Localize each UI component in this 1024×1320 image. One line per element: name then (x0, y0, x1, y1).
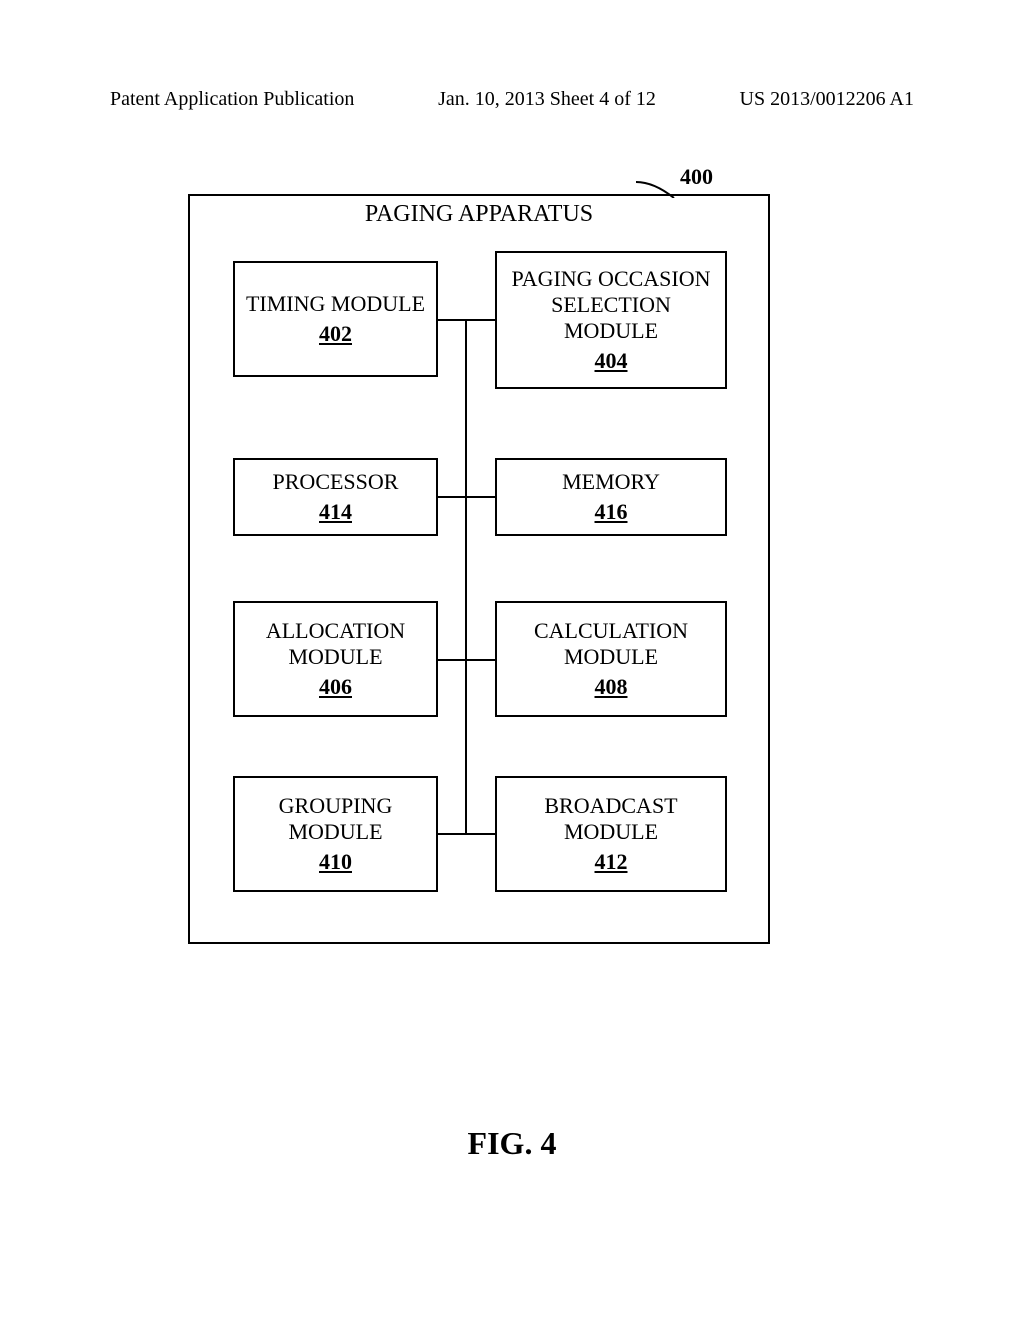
grouping-module-ref: 410 (319, 849, 352, 875)
apparatus-title: PAGING APPARATUS (190, 191, 768, 228)
connector-line (438, 319, 466, 321)
paging-module-line3: MODULE (564, 318, 658, 344)
calculation-module-line1: CALCULATION (534, 618, 688, 644)
apparatus-ref-number: 400 (680, 164, 713, 190)
calculation-module-line2: MODULE (564, 644, 658, 670)
broadcast-module-box: BROADCAST MODULE 412 (495, 776, 727, 892)
grouping-module-box: GROUPING MODULE 410 (233, 776, 438, 892)
paging-occasion-module-box: PAGING OCCASION SELECTION MODULE 404 (495, 251, 727, 389)
connector-line (466, 496, 495, 498)
allocation-module-box: ALLOCATION MODULE 406 (233, 601, 438, 717)
timing-module-box: TIMING MODULE 402 (233, 261, 438, 377)
connector-line (438, 496, 466, 498)
memory-module-label: MEMORY (562, 469, 660, 495)
broadcast-module-ref: 412 (595, 849, 628, 875)
paging-apparatus-box: 400 PAGING APPARATUS TIMING MODULE 402 P… (188, 194, 770, 944)
timing-module-label: TIMING MODULE (246, 291, 425, 317)
timing-module-ref: 402 (319, 321, 352, 347)
grouping-module-line2: MODULE (288, 819, 382, 845)
header-left: Patent Application Publication (110, 88, 354, 111)
vertical-bus-line (465, 319, 467, 834)
calculation-module-ref: 408 (595, 674, 628, 700)
connector-line (466, 319, 495, 321)
processor-module-label: PROCESSOR (273, 469, 399, 495)
header-right: US 2013/0012206 A1 (740, 88, 914, 111)
allocation-module-line2: MODULE (288, 644, 382, 670)
memory-module-ref: 416 (595, 499, 628, 525)
connector-line (466, 659, 495, 661)
connector-line (466, 833, 495, 835)
memory-module-box: MEMORY 416 (495, 458, 727, 536)
page-header: Patent Application Publication Jan. 10, … (0, 88, 1024, 111)
broadcast-module-line2: MODULE (564, 819, 658, 845)
processor-module-box: PROCESSOR 414 (233, 458, 438, 536)
allocation-module-ref: 406 (319, 674, 352, 700)
connector-line (438, 659, 466, 661)
paging-module-line1: PAGING OCCASION (511, 266, 710, 292)
calculation-module-box: CALCULATION MODULE 408 (495, 601, 727, 717)
broadcast-module-line1: BROADCAST (544, 793, 677, 819)
grouping-module-line1: GROUPING (279, 793, 393, 819)
connector-line (438, 833, 466, 835)
figure-caption: FIG. 4 (0, 1125, 1024, 1162)
paging-module-ref: 404 (595, 348, 628, 374)
processor-module-ref: 414 (319, 499, 352, 525)
allocation-module-line1: ALLOCATION (266, 618, 405, 644)
paging-module-line2: SELECTION (551, 292, 671, 318)
header-center: Jan. 10, 2013 Sheet 4 of 12 (438, 88, 656, 111)
